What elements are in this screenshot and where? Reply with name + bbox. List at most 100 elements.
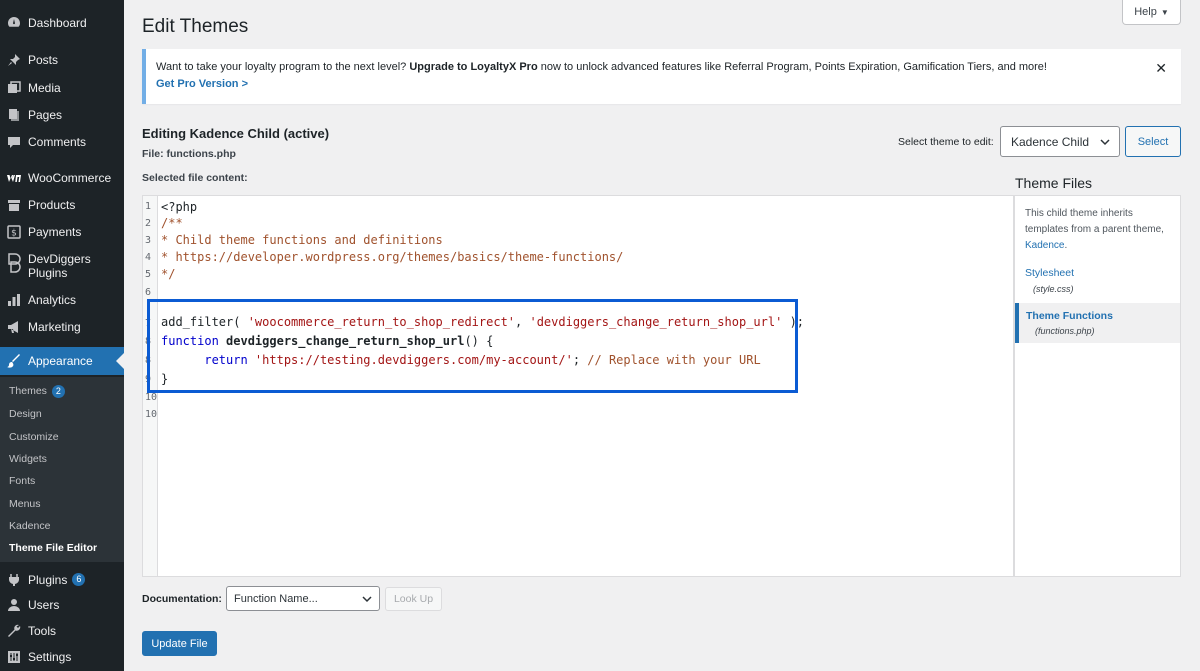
line-number: 9	[145, 374, 152, 385]
close-icon[interactable]: ✕	[1155, 60, 1167, 77]
sidebar-item-woocommerce[interactable]: WooCommerce	[0, 171, 124, 185]
pages-icon	[7, 108, 21, 122]
theme-select[interactable]: Kadence Child	[1000, 126, 1120, 157]
dollar-icon: $	[7, 225, 21, 239]
chevron-down-icon	[1100, 139, 1110, 146]
line-number-gutter: 1 2 3 4 5 6 7 8 8 9 10 10	[143, 196, 158, 576]
sidebar-item-plugins[interactable]: Plugins 6	[0, 573, 124, 587]
function-name-select[interactable]: Function Name...	[226, 586, 380, 611]
bar-chart-icon	[7, 293, 21, 307]
submenu-themes[interactable]: Themes 2	[9, 385, 65, 398]
submenu-widgets[interactable]: Widgets	[9, 453, 47, 466]
update-file-button[interactable]: Update File	[142, 631, 217, 656]
sidebar-item-label: Media	[28, 81, 61, 95]
media-icon	[7, 81, 21, 95]
file-path: (style.css)	[1033, 284, 1074, 294]
sidebar-item-label: Analytics	[28, 293, 77, 307]
sidebar-item-label: Products	[28, 198, 76, 212]
sidebar-item-payments[interactable]: $ Payments	[0, 225, 124, 239]
line-number: 3	[145, 235, 152, 246]
sidebar-item-label: Dashboard	[28, 16, 87, 30]
submenu-kadence[interactable]: Kadence	[9, 520, 50, 533]
line-number: 4	[145, 252, 152, 263]
megaphone-icon	[7, 320, 21, 334]
sidebar-item-label: Pages	[28, 108, 63, 122]
sidebar-item-analytics[interactable]: Analytics	[0, 293, 124, 307]
sidebar-item-pages[interactable]: Pages	[0, 108, 124, 122]
themes-count-badge: 2	[51, 385, 65, 398]
code-line: <?php	[161, 200, 198, 214]
documentation-label: Documentation:	[142, 593, 222, 605]
sidebar-item-label: Comments	[28, 135, 87, 149]
admin-sidebar: Dashboard Posts Media Pages Comments Woo…	[0, 0, 124, 671]
editing-title: Editing Kadence Child (active)	[142, 126, 330, 141]
submenu-menus[interactable]: Menus	[9, 498, 41, 511]
function-select-value: Function Name...	[234, 592, 318, 605]
sidebar-item-tools[interactable]: Tools	[0, 624, 124, 638]
get-pro-link[interactable]: Get Pro Version >	[156, 78, 248, 90]
theme-files-description: This child theme inherits templates from…	[1025, 208, 1164, 251]
file-entry-stylesheet[interactable]: Stylesheet (style.css)	[1015, 264, 1180, 300]
sidebar-item-label: Tools	[28, 624, 57, 638]
submenu-theme-file-editor[interactable]: Theme File Editor	[9, 542, 97, 555]
parent-theme-link[interactable]: Kadence	[1025, 240, 1064, 251]
chevron-down-icon	[362, 596, 372, 603]
file-label: File: functions.php	[142, 148, 236, 160]
upgrade-notice: Want to take your loyalty program to the…	[142, 49, 1181, 104]
box-icon	[7, 198, 21, 212]
sidebar-item-posts[interactable]: Posts	[0, 53, 124, 67]
sidebar-item-dashboard[interactable]: Dashboard	[0, 16, 124, 30]
pin-icon	[7, 53, 21, 67]
line-number: 6	[145, 287, 152, 298]
look-up-button[interactable]: Look Up	[385, 587, 442, 611]
line-number: 7	[145, 318, 152, 329]
sidebar-item-users[interactable]: Users	[0, 598, 124, 612]
sidebar-item-devdiggers[interactable]: DevDiggers Plugins	[0, 252, 124, 280]
line-number: 2	[145, 218, 152, 229]
sidebar-item-label: Marketing	[28, 320, 81, 334]
submenu-design[interactable]: Design	[9, 408, 42, 421]
notice-text: Want to take your loyalty program to the…	[156, 61, 1047, 73]
svg-text:$: $	[11, 229, 17, 239]
file-entry-theme-functions[interactable]: Theme Functions (functions.php)	[1015, 303, 1180, 343]
sidebar-item-label: Settings	[28, 650, 72, 664]
sidebar-item-appearance[interactable]: Appearance	[0, 347, 124, 375]
select-button[interactable]: Select	[1125, 126, 1181, 157]
line-number: 1	[145, 201, 152, 212]
devdiggers-icon	[7, 252, 21, 274]
sidebar-item-label: Users	[28, 598, 60, 612]
help-button[interactable]: Help ▼	[1122, 0, 1181, 25]
code-line: * Child theme functions and definitions	[161, 233, 443, 247]
line-number: 10	[145, 409, 158, 420]
sidebar-item-label: Plugins	[28, 573, 68, 587]
code-line: function devdiggers_change_return_shop_u…	[161, 334, 494, 348]
plug-icon	[7, 573, 21, 587]
sidebar-item-label: WooCommerce	[28, 171, 112, 185]
sidebar-item-settings[interactable]: Settings	[0, 650, 124, 664]
theme-select-value: Kadence Child	[1011, 134, 1090, 149]
brush-icon	[7, 354, 21, 368]
code-line: }	[161, 372, 169, 386]
sidebar-item-products[interactable]: Products	[0, 198, 124, 212]
submenu-customize[interactable]: Customize	[9, 431, 59, 444]
select-theme-label: Select theme to edit:	[898, 136, 994, 148]
file-path: (functions.php)	[1035, 326, 1095, 336]
theme-files-title: Theme Files	[1015, 175, 1093, 191]
code-line: */	[161, 267, 176, 281]
appearance-submenu: Themes 2 Design Customize Widgets Fonts M…	[0, 377, 124, 562]
code-line: * https://developer.wordpress.org/themes…	[161, 250, 624, 264]
sidebar-item-media[interactable]: Media	[0, 81, 124, 95]
code-editor[interactable]: 1 2 3 4 5 6 7 8 8 9 10 10 <?php /** * Ch…	[142, 195, 1014, 577]
comment-icon	[7, 135, 21, 149]
submenu-fonts[interactable]: Fonts	[9, 475, 35, 488]
code-line: return 'https://testing.devdiggers.com/m…	[161, 353, 761, 367]
code-line: add_filter( 'woocommerce_return_to_shop_…	[161, 315, 805, 329]
sidebar-item-marketing[interactable]: Marketing	[0, 320, 124, 334]
line-number: 8	[145, 336, 152, 347]
sidebar-item-label: Posts	[28, 53, 59, 67]
woo-icon	[7, 171, 21, 185]
sliders-icon	[7, 650, 21, 664]
file-name: Theme Functions	[1026, 310, 1113, 322]
plugins-count-badge: 6	[72, 573, 86, 586]
sidebar-item-comments[interactable]: Comments	[0, 135, 124, 149]
